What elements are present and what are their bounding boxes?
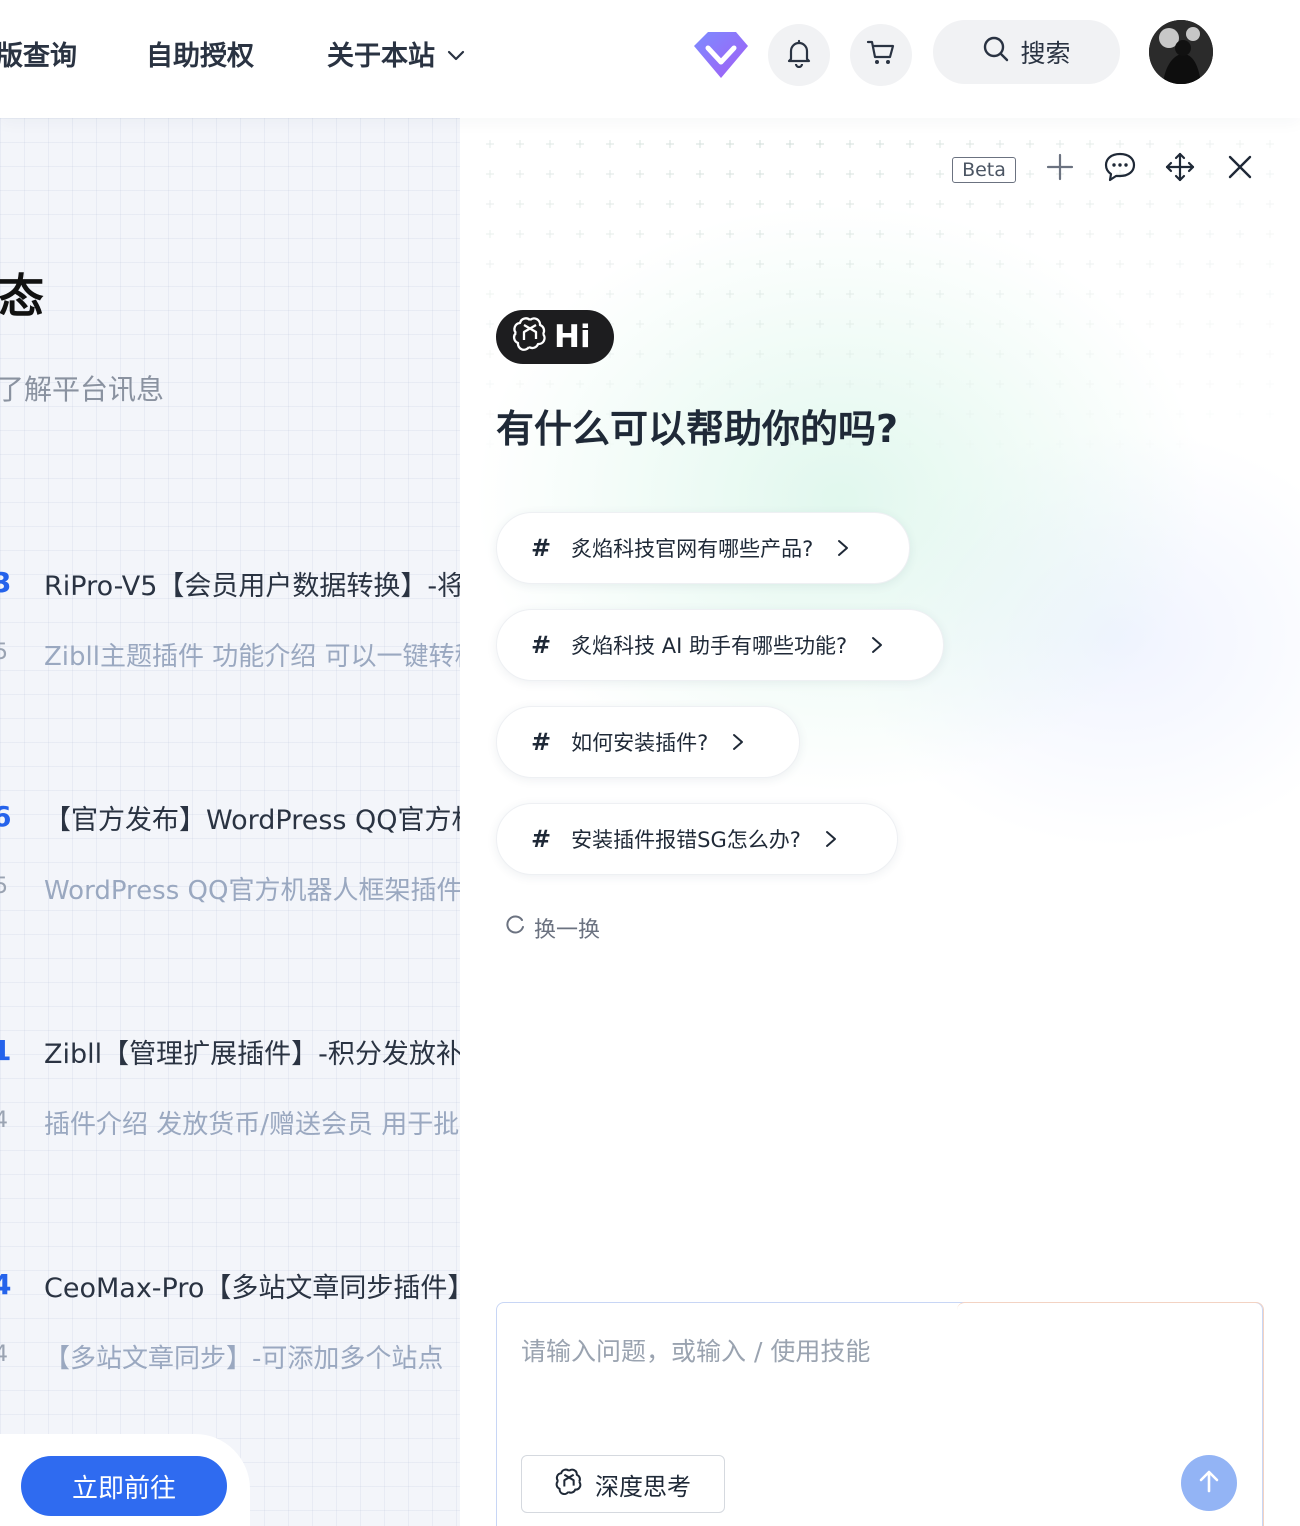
new-chat-button[interactable]: [1042, 151, 1078, 187]
chat-history-button[interactable]: [1102, 151, 1138, 187]
item-title[interactable]: CeoMax-Pro【多站文章同步插件】: [44, 1266, 460, 1305]
suggestion-chip[interactable]: # 炙焰科技官网有哪些产品?: [496, 512, 910, 584]
hi-text: Hi: [554, 319, 591, 355]
send-button[interactable]: [1181, 1455, 1237, 1511]
item-desc: 【多站文章同步】-可添加多个站点: [44, 1344, 444, 1374]
move-panel-button[interactable]: [1162, 151, 1198, 187]
chat-input-box: 深度思考: [496, 1301, 1264, 1526]
openai-logo-icon: [512, 315, 548, 359]
chevron-right-icon: [871, 636, 883, 654]
item-title[interactable]: 【官方发布】WordPress QQ官方机: [44, 798, 460, 837]
chevron-right-icon: [732, 733, 744, 751]
list-item[interactable]: 6 5 【官方发布】WordPress QQ官方机 WordPress QQ官方…: [0, 798, 460, 948]
vip-diamond-icon[interactable]: [690, 26, 752, 82]
nav-item-self-auth-label: 自助授权: [146, 41, 254, 72]
suggestion-text: 安装插件报错SG怎么办?: [571, 828, 801, 852]
cart-icon: [866, 39, 896, 71]
item-date-day: 4: [0, 1268, 12, 1301]
list-item[interactable]: 4 4 CeoMax-Pro【多站文章同步插件】 【多站文章同步】-可添加多个站…: [0, 1266, 460, 1416]
cart-button[interactable]: [850, 24, 912, 86]
item-date-month: 5: [0, 640, 8, 665]
nav-item-self-auth[interactable]: 自助授权: [146, 34, 254, 73]
chevron-right-icon: [837, 539, 849, 557]
chevron-down-icon: [447, 38, 465, 69]
nav-item-query-label: 版查询: [0, 41, 77, 72]
plus-icon: [1045, 152, 1075, 186]
item-desc: WordPress QQ官方机器人框架插件，: [44, 876, 460, 906]
item-date-month: 4: [0, 1108, 8, 1133]
go-now-button[interactable]: 立即前往: [21, 1456, 227, 1516]
search-button[interactable]: 搜索: [933, 20, 1120, 84]
suggestion-text: 炙焰科技官网有哪些产品?: [571, 537, 814, 561]
deep-think-label: 深度思考: [595, 1472, 691, 1501]
bell-icon: [785, 38, 813, 72]
section-title: 态: [0, 269, 44, 323]
notification-button[interactable]: [768, 24, 830, 86]
refresh-suggestions-button[interactable]: 换一换: [504, 912, 600, 944]
list-item[interactable]: 3 5 RiPro-V5【会员用户数据转换】-将 Zibll主题插件 功能介绍 …: [0, 564, 460, 714]
greeting-headline: 有什么可以帮助你的吗?: [496, 407, 899, 451]
refresh-label: 换一换: [534, 918, 601, 943]
item-date-day: 1: [0, 1034, 12, 1067]
nav-item-about-label: 关于本站: [327, 41, 435, 72]
search-icon: [982, 35, 1010, 69]
close-icon: [1226, 153, 1254, 185]
list-item[interactable]: 1 4 Zibll【管理扩展插件】-积分发放补 插件介绍 发放货币/赠送会员 用…: [0, 1032, 460, 1182]
suggestion-chip[interactable]: # 炙焰科技 AI 助手有哪些功能?: [496, 609, 944, 681]
hash-icon: #: [531, 631, 552, 659]
beta-badge: Beta: [952, 157, 1016, 183]
chat-input[interactable]: [521, 1337, 1221, 1366]
item-desc: 插件介绍 发放货币/赠送会员 用于批: [44, 1110, 460, 1140]
hash-icon: #: [531, 825, 552, 853]
item-date-day: 3: [0, 566, 12, 599]
hash-icon: #: [531, 534, 552, 562]
chevron-right-icon: [825, 830, 837, 848]
section-subtitle: 了解平台讯息: [0, 373, 165, 406]
item-date-month: 5: [0, 874, 8, 899]
chat-bubble-icon: [1103, 151, 1137, 187]
news-section: 态 了解平台讯息 3 5 RiPro-V5【会员用户数据转换】-将 Zibll主…: [0, 118, 460, 1526]
suggestion-chip[interactable]: # 安装插件报错SG怎么办?: [496, 803, 898, 875]
nav-item-about[interactable]: 关于本站: [327, 34, 465, 73]
avatar[interactable]: [1149, 20, 1213, 84]
ai-assistant-panel: Beta Hi 有什么可以帮助你的吗? # 炙焰科技官网有哪些产品? # 炙焰科…: [460, 118, 1300, 1526]
hash-icon: #: [531, 728, 552, 756]
openai-logo-icon: [555, 1467, 583, 1501]
item-desc: Zibll主题插件 功能介绍 可以一键转移: [44, 642, 460, 672]
top-navbar: 版查询 自助授权 关于本站 搜索: [0, 0, 1300, 118]
search-label: 搜索: [1020, 39, 1071, 68]
move-icon: [1164, 151, 1196, 187]
item-title[interactable]: Zibll【管理扩展插件】-积分发放补: [44, 1032, 460, 1071]
close-panel-button[interactable]: [1222, 151, 1258, 187]
suggestion-text: 炙焰科技 AI 助手有哪些功能?: [571, 634, 848, 658]
refresh-icon: [504, 914, 526, 942]
nav-item-query[interactable]: 版查询: [0, 34, 77, 73]
deep-think-button[interactable]: 深度思考: [521, 1455, 725, 1513]
item-date-day: 6: [0, 800, 12, 833]
item-title[interactable]: RiPro-V5【会员用户数据转换】-将: [44, 564, 460, 603]
suggestion-chip[interactable]: # 如何安装插件?: [496, 706, 800, 778]
hi-badge: Hi: [496, 310, 614, 364]
suggestion-text: 如何安装插件?: [571, 731, 709, 755]
item-date-month: 4: [0, 1342, 8, 1367]
arrow-up-icon: [1197, 1468, 1221, 1498]
